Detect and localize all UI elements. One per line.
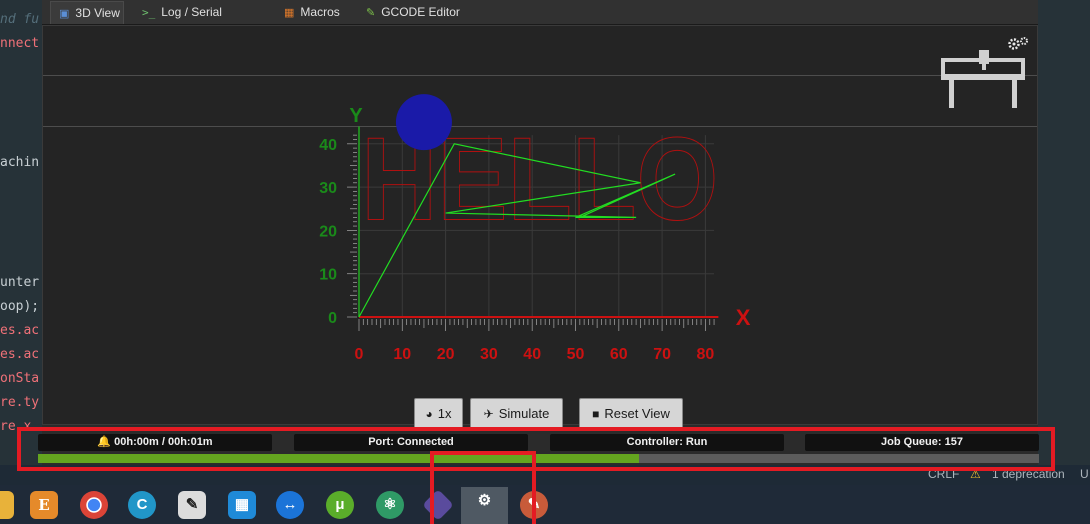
reset-view-button[interactable]: ■ Reset View [579,398,683,430]
job-progress-bar [38,454,1039,463]
git-icon[interactable] [422,489,454,521]
job-progress-fill [38,454,639,463]
tab-log-serial-console[interactable]: >_Log / Serial Console [134,1,264,42]
code-line: es.ac [0,347,40,362]
teamviewer-icon[interactable]: ↔ [276,491,304,519]
tab-gcode-editor[interactable]: ✎ GCODE Editor [358,1,468,24]
3d-viewport[interactable]: HELLO 0 10 20 30 40 50 60 70 80 0 10 20 30 40 X Y [42,25,1038,425]
code-line: es.ac [0,323,40,338]
x-axis-label: X [736,305,751,330]
controller-status: Controller: Run [550,434,784,451]
x-tick-label: 0 [355,346,364,363]
folder-icon[interactable] [0,491,14,519]
taskbar: E C ✎ ▦ ↔ μ ⚛ ⚙ ✎ [0,485,1090,524]
port-status: Port: Connected [294,434,528,451]
simulate-label: Simulate [498,406,550,421]
code-line: onSta [0,371,40,386]
y-tick-label: 30 [319,180,337,197]
toolpath-view: HELLO0 10 20 30 40 50 60 70 80010203040XY [319,94,751,363]
elapsed-time-text: 00h:00m / 00h:01m [114,436,213,448]
ccleaner-icon[interactable]: C [128,491,156,519]
job-status-bar: 🔔 00h:00m / 00h:01m Port: Connected Cont… [0,430,1060,465]
code-line: achin [0,155,40,170]
tab-bar: ▣3D View >_Log / Serial Console ▦Macros … [42,0,1038,42]
speed-button[interactable]: ◕ 1x [414,398,463,430]
code-line: oop); [0,299,40,314]
tachometer-icon: ◕ [425,407,433,421]
tab-macros[interactable]: ▦ Macros [276,1,348,24]
line-ending[interactable]: CRLF [928,467,959,481]
y-tick-label: 0 [328,310,337,327]
cnc-machine-icon [941,50,1025,108]
x-tick-label: 70 [653,346,671,363]
speed-label: 1x [437,406,452,421]
cnc-app-icon[interactable]: ⚙ [461,487,508,524]
elapsed-time: 🔔 00h:00m / 00h:01m [38,434,272,451]
tab-label: GCODE Editor [381,5,460,19]
grid-icon: ▦ [284,7,295,19]
x-tick-label: 60 [610,346,628,363]
x-tick-label: 40 [523,346,541,363]
reset-view-label: Reset View [604,406,670,421]
paint-icon[interactable]: ✎ [520,491,548,519]
x-tick-label: 20 [437,346,455,363]
tab-label: Macros [300,5,340,19]
code-line: unter [0,275,40,290]
job-queue-status: Job Queue: 157 [805,434,1039,451]
database-icon[interactable]: ▦ [228,491,256,519]
x-tick-label: 50 [567,346,585,363]
y-tick-label: 10 [319,267,337,284]
code-line: re.ty [0,395,40,410]
terminal-icon: >_ [142,6,156,19]
tab-label: 3D View [75,6,120,20]
editor-icon[interactable]: E [30,491,58,519]
tab-3d-view[interactable]: ▣ 3D View [50,1,124,24]
bell-icon: 🔔 [97,436,112,448]
code-line: nnect [0,36,40,51]
editor-status-strip: CRLF ⚠ 1 deprecation U [0,465,1090,485]
stop-square-icon: ■ [592,407,600,421]
x-tick-label: 10 [393,346,411,363]
status-right-text: U [1080,467,1089,481]
edit-icon: ✎ [366,7,376,19]
tool-position-marker [395,94,452,151]
x-tick-label: 30 [480,346,498,363]
notes-icon[interactable]: ✎ [178,491,206,519]
simulate-button[interactable]: ✈ Simulate [470,398,563,430]
cube-icon: ▣ [59,8,70,20]
y-tick-label: 20 [319,223,337,240]
y-axis-label: Y [349,105,363,127]
x-tick-label: 80 [697,346,715,363]
plane-icon: ✈ [483,407,494,421]
chrome-icon[interactable] [80,491,108,519]
code-line: nd fu [0,12,40,27]
utorrent-icon[interactable]: μ [326,491,354,519]
warning-icon: ⚠ [970,467,981,481]
cnc-app-window: ▣3D View >_Log / Serial Console ▦Macros … [42,0,1038,470]
y-tick-label: 40 [319,137,337,154]
atom-icon[interactable]: ⚛ [376,491,404,519]
deprecation-count[interactable]: 1 deprecation [992,467,1065,481]
